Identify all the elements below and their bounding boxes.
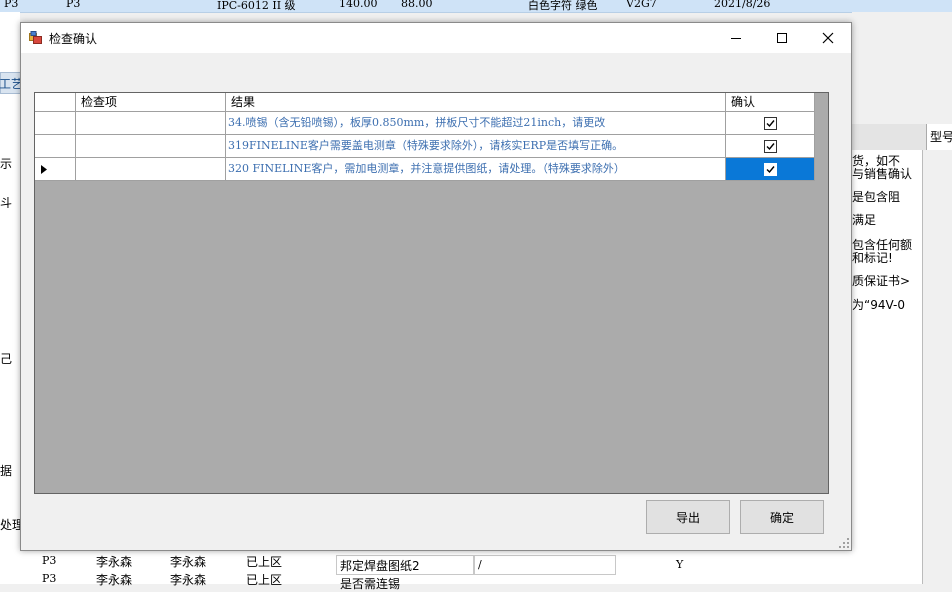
bg-cell: 已上区 <box>246 573 283 587</box>
bg-cell: 白色字符 绿色 <box>528 0 598 12</box>
column-header-result[interactable]: 结果 <box>226 93 726 112</box>
ok-button[interactable]: 确定 <box>740 500 824 534</box>
bg-cell: 李永森 <box>96 555 133 569</box>
background-left-panel: 示 斗 己 据 处理 <box>0 12 24 584</box>
bg-note-line: 质保证书> <box>852 274 911 288</box>
row-header[interactable] <box>35 135 76 158</box>
bg-cell: 李永森 <box>170 573 207 587</box>
bg-cell: 88.00 <box>401 0 433 10</box>
table-row[interactable]: 320 FINELINE客户，需加电测章，并注意提供图纸，请处理。（特殊要求除外… <box>35 158 815 181</box>
table-row[interactable]: 319FINELINE客户需要盖电测章（特殊要求除外），请核实ERP是否填写正确… <box>35 135 815 158</box>
minimize-icon <box>731 38 741 39</box>
cell-item[interactable] <box>76 135 226 158</box>
bg-cell: 邦定焊盘图纸2 <box>340 559 420 573</box>
export-button[interactable]: 导出 <box>646 500 730 534</box>
background-notes: 货，如不 与销售确认 是包含阻 满足 包含任何额 和标记! 质保证书> 为“94… <box>852 150 922 584</box>
cell-confirm[interactable] <box>726 135 815 158</box>
row-header[interactable] <box>35 112 76 135</box>
bg-cell: P3 <box>42 554 57 567</box>
bg-cell: IPC-6012 II 级 <box>217 0 296 12</box>
background-bottom-table: P3 李永森 李永森 已上区 P3 李永森 李永森 已上区 邦定焊盘图纸2 / … <box>20 549 852 591</box>
bg-note-line: 和标记! <box>852 251 893 265</box>
bg-cell: Y <box>676 558 684 571</box>
title-bar[interactable]: 检查确认 <box>21 23 851 53</box>
bg-note-line: 满足 <box>852 213 877 227</box>
bg-text-fragment: 斗 <box>0 196 13 210</box>
bg-text-fragment: 己 <box>0 352 13 366</box>
bg-note-line: 为“94V-0 <box>852 298 905 312</box>
app-icon <box>29 31 42 44</box>
dialog-title: 检查确认 <box>49 32 98 46</box>
background-right-panel: 型号 货，如不 与销售确认 是包含阻 满足 包含任何额 和标记! 质保证书> 为… <box>852 12 952 584</box>
checkbox-checked-icon[interactable] <box>763 116 777 130</box>
divider <box>922 150 923 584</box>
bg-cell: 李永森 <box>170 555 207 569</box>
bg-cell: V2G7 <box>626 0 657 10</box>
maximize-button[interactable] <box>759 23 805 53</box>
bg-cell: P3 <box>66 0 81 10</box>
cell-result[interactable]: 319FINELINE客户需要盖电测章（特殊要求除外），请核实ERP是否填写正确… <box>226 135 726 158</box>
table-row[interactable]: 34.喷锡（含无铅喷锡），板厚0.850mm，拼板尺寸不能超过21inch，请更… <box>35 112 815 135</box>
cell-confirm-selected[interactable] <box>726 158 815 181</box>
bg-text-fragment: 据 <box>0 464 13 478</box>
close-button[interactable] <box>805 23 851 53</box>
cell-confirm[interactable] <box>726 112 815 135</box>
minimize-button[interactable] <box>713 23 759 53</box>
cell-item[interactable] <box>76 158 226 181</box>
background-table-row: P3 P3 IPC-6012 II 级 140.00 88.00 白色字符 绿色… <box>0 0 952 13</box>
background-column-label: 型号 <box>930 130 952 144</box>
grid-scroll-area <box>816 93 828 492</box>
column-header-indicator <box>35 93 76 112</box>
bg-cell: / <box>478 558 482 571</box>
column-header-confirm[interactable]: 确认 <box>726 93 815 112</box>
bg-cell: 已上区 <box>246 555 283 569</box>
check-items-grid[interactable]: 检查项 结果 确认 34.喷锡（含无铅喷锡），板厚0.850mm，拼板尺寸不能超… <box>34 92 829 494</box>
bg-cell: 2021/8/26 <box>714 0 771 10</box>
checkbox-checked-icon[interactable] <box>763 139 777 153</box>
bg-note-line: 与销售确认 <box>852 167 913 181</box>
check-confirm-dialog: 检查确认 检查项 结果 确认 34.喷锡（含无铅喷锡），板厚0.850mm，拼板… <box>20 22 852 551</box>
bg-cell: 李永森 <box>96 573 133 587</box>
checkbox-checked-icon[interactable] <box>763 162 777 176</box>
current-row-arrow-icon <box>41 164 47 174</box>
cell-result[interactable]: 320 FINELINE客户，需加电测章，并注意提供图纸，请处理。（特殊要求除外… <box>226 158 726 181</box>
row-header[interactable] <box>35 158 76 181</box>
bg-cell: P3 <box>4 0 19 10</box>
cell-result[interactable]: 34.喷锡（含无铅喷锡），板厚0.850mm，拼板尺寸不能超过21inch，请更… <box>226 112 726 135</box>
close-icon <box>822 32 834 44</box>
grid-header-row: 检查项 结果 确认 <box>35 93 815 112</box>
column-header-item[interactable]: 检查项 <box>76 93 226 112</box>
bg-cell: 140.00 <box>339 0 378 10</box>
resize-grip-icon[interactable] <box>839 538 849 548</box>
bg-cell-box <box>474 555 616 575</box>
background-column-header[interactable]: 型号 <box>926 124 952 150</box>
maximize-icon <box>777 33 787 43</box>
bg-cell: P3 <box>42 572 57 585</box>
bg-text-fragment: 示 <box>0 157 13 171</box>
bg-note-line: 是包含阻 <box>852 190 901 204</box>
cell-item[interactable] <box>76 112 226 135</box>
